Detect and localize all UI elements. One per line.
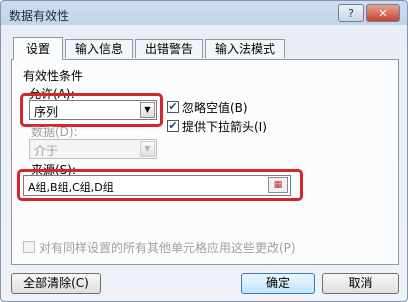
highlight-allow — [20, 93, 163, 127]
validation-criteria-heading: 有效性条件 — [23, 69, 84, 83]
help-button[interactable]: ? — [338, 4, 364, 22]
in-cell-dropdown-checkbox[interactable]: ✔ — [167, 120, 179, 132]
title-bar[interactable]: 数据有效性 ? ✕ — [1, 1, 407, 27]
tab-error-alert[interactable]: 出错警告 — [135, 39, 203, 58]
tab-settings[interactable]: 设置 — [13, 37, 63, 60]
ok-button[interactable]: 确定 — [241, 273, 315, 294]
tab-input-message[interactable]: 输入信息 — [65, 39, 133, 58]
apply-all-checkbox[interactable] — [23, 241, 35, 253]
highlight-source — [17, 169, 303, 201]
chevron-down-icon: ▼ — [140, 141, 155, 157]
data-select: 介于 ▼ — [29, 139, 157, 159]
ignore-blank-label: 忽略空值(B) — [182, 101, 248, 115]
cancel-button[interactable]: 取消 — [322, 273, 399, 294]
data-select-value: 介于 — [34, 144, 59, 158]
in-cell-dropdown-label: 提供下拉箭头(I) — [182, 120, 267, 134]
close-button[interactable]: ✕ — [366, 4, 400, 22]
tab-input-method[interactable]: 输入法模式 — [205, 39, 285, 58]
dialog-title: 数据有效性 — [9, 9, 70, 23]
data-label: 数据(D): — [31, 125, 78, 139]
clear-all-button[interactable]: 全部清除(C) — [11, 273, 101, 294]
ignore-blank-checkbox[interactable]: ✔ — [167, 101, 179, 113]
apply-all-label: 对有同样设置的所有其他单元格应用这些更改(P) — [39, 241, 296, 255]
data-validation-dialog: 数据有效性 ? ✕ 设置 输入信息 出错警告 输入法模式 有效性条件 允许(A)… — [0, 0, 408, 302]
